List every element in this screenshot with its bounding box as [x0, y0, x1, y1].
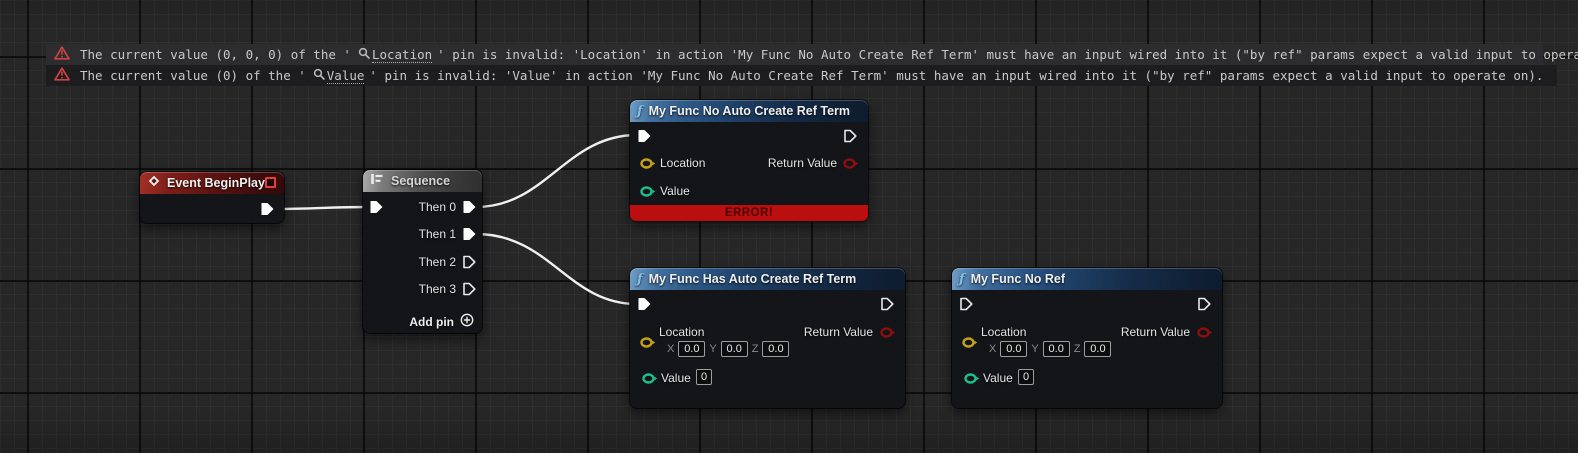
- node-header[interactable]: Sequence: [363, 170, 482, 192]
- exec-in-pin[interactable]: [638, 129, 651, 143]
- warning-icon: [54, 46, 70, 63]
- axis-y-input[interactable]: 0.0: [721, 341, 748, 357]
- sequence-icon: [370, 172, 385, 190]
- exec-in-pin[interactable]: [370, 200, 383, 214]
- then-2-pin[interactable]: [463, 255, 476, 269]
- event-node-badge: [265, 177, 276, 188]
- return-value-pin[interactable]: [1197, 327, 1213, 338]
- value-pin-label: Value: [660, 184, 690, 198]
- compiler-message-log: The current value (0, 0, 0) of the ' Loc…: [46, 44, 1543, 86]
- axis-z-label: Z: [752, 343, 759, 355]
- add-pin-icon: [460, 313, 474, 330]
- log-row-location-warning[interactable]: The current value (0, 0, 0) of the ' Loc…: [46, 44, 1543, 65]
- axis-x-input[interactable]: 0.0: [1000, 341, 1027, 357]
- return-value-label: Return Value: [1121, 325, 1190, 339]
- axis-x-input[interactable]: 0.0: [678, 341, 705, 357]
- function-icon: ƒ: [637, 272, 643, 287]
- axis-z-label: Z: [1074, 343, 1081, 355]
- event-icon: [147, 174, 161, 193]
- message-text: The current value (0) of the ': [80, 68, 306, 83]
- axis-y-label: Y: [709, 343, 716, 355]
- return-value-pin[interactable]: [880, 327, 896, 338]
- node-my-func-no-ref[interactable]: ƒ My Func No Ref Location X 0.0 Y 0.0 Z …: [952, 268, 1222, 408]
- node-event-beginplay[interactable]: Event BeginPlay: [140, 172, 284, 223]
- log-row-value-warning[interactable]: The current value (0) of the ' Value ' p…: [46, 65, 1557, 86]
- return-value-label: Return Value: [768, 156, 837, 170]
- value-pin[interactable]: [640, 186, 656, 197]
- node-title: Sequence: [391, 174, 450, 188]
- then-3-label: Then 3: [419, 282, 456, 296]
- value-pin-label: Value: [661, 371, 691, 385]
- wire-then1-to-func-has-auto: [476, 234, 637, 304]
- pin-hyperlink[interactable]: Value: [327, 68, 365, 84]
- value-input[interactable]: 0: [1018, 369, 1034, 385]
- exec-out-pin[interactable]: [261, 202, 274, 216]
- location-pin-label: Location: [660, 156, 705, 170]
- node-header[interactable]: ƒ My Func No Auto Create Ref Term: [630, 100, 868, 122]
- exec-in-pin[interactable]: [638, 297, 651, 311]
- message-text: ' pin is invalid: 'Value' in action 'My …: [369, 68, 1543, 83]
- node-title: My Func No Ref: [971, 272, 1065, 286]
- axis-y-input[interactable]: 0.0: [1043, 341, 1070, 357]
- exec-out-pin[interactable]: [881, 297, 894, 311]
- error-banner: ERROR!: [630, 205, 868, 221]
- search-icon: [313, 68, 326, 84]
- return-value-pin[interactable]: [843, 158, 859, 169]
- value-pin-label: Value: [983, 371, 1013, 385]
- function-icon: ƒ: [637, 104, 643, 119]
- node-title: Event BeginPlay: [167, 176, 265, 190]
- node-title: My Func Has Auto Create Ref Term: [649, 272, 857, 286]
- location-pin-label: Location: [659, 325, 704, 339]
- then-2-label: Then 2: [419, 255, 456, 269]
- then-1-label: Then 1: [419, 227, 456, 241]
- location-pin[interactable]: [640, 337, 656, 348]
- message-text: The current value (0, 0, 0) of the ': [80, 47, 351, 62]
- search-icon: [358, 47, 371, 63]
- axis-y-label: Y: [1031, 343, 1038, 355]
- location-pin[interactable]: [962, 337, 978, 348]
- wire-beginplay-to-sequence: [273, 207, 369, 209]
- add-pin-label: Add pin: [409, 315, 454, 329]
- value-input[interactable]: 0: [696, 369, 712, 385]
- message-text: ' pin is invalid: 'Location' in action '…: [437, 47, 1578, 62]
- exec-out-pin[interactable]: [1198, 297, 1211, 311]
- axis-z-input[interactable]: 0.0: [1084, 341, 1111, 357]
- exec-out-pin[interactable]: [844, 129, 857, 143]
- location-pin-label: Location: [981, 325, 1026, 339]
- then-3-pin[interactable]: [463, 282, 476, 296]
- node-header[interactable]: ƒ My Func Has Auto Create Ref Term: [630, 268, 905, 290]
- return-value-label: Return Value: [804, 325, 873, 339]
- pin-hyperlink[interactable]: Location: [372, 47, 432, 63]
- value-pin[interactable]: [964, 373, 980, 384]
- value-pin[interactable]: [642, 373, 658, 384]
- warning-icon: [54, 67, 70, 84]
- location-vector-inputs: X 0.0 Y 0.0 Z 0.0: [667, 341, 789, 357]
- node-header[interactable]: Event BeginPlay: [140, 172, 284, 194]
- exec-in-pin[interactable]: [960, 297, 973, 311]
- node-my-func-has-auto-create-ref-term[interactable]: ƒ My Func Has Auto Create Ref Term Locat…: [630, 268, 905, 408]
- node-header[interactable]: ƒ My Func No Ref: [952, 268, 1222, 290]
- then-0-label: Then 0: [419, 200, 456, 214]
- then-1-pin[interactable]: [463, 227, 476, 241]
- node-sequence[interactable]: Sequence Then 0 Then 1 Then 2 Then 3 Add…: [363, 170, 482, 333]
- function-icon: ƒ: [959, 272, 965, 287]
- node-my-func-no-auto-create-ref-term[interactable]: ƒ My Func No Auto Create Ref Term Locati…: [630, 100, 868, 221]
- blueprint-graph-canvas[interactable]: The current value (0, 0, 0) of the ' Loc…: [0, 0, 1578, 453]
- axis-x-label: X: [667, 343, 674, 355]
- axis-x-label: X: [989, 343, 996, 355]
- then-0-pin[interactable]: [463, 200, 476, 214]
- node-title: My Func No Auto Create Ref Term: [649, 104, 850, 118]
- axis-z-input[interactable]: 0.0: [762, 341, 789, 357]
- location-pin[interactable]: [640, 158, 656, 169]
- location-vector-inputs: X 0.0 Y 0.0 Z 0.0: [989, 341, 1111, 357]
- add-pin-button[interactable]: Add pin: [409, 313, 474, 330]
- wire-then0-to-func-no-auto: [476, 135, 637, 207]
